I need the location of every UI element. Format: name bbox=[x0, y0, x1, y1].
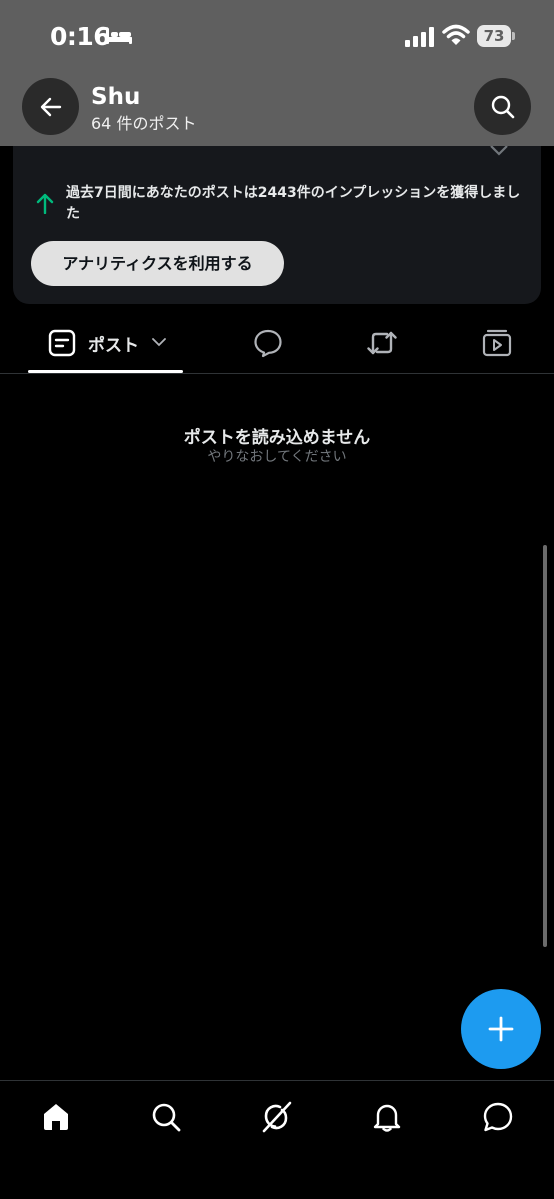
home-icon[interactable] bbox=[40, 1101, 72, 1133]
search-icon bbox=[491, 95, 514, 118]
use-analytics-button[interactable]: アナリティクスを利用する bbox=[31, 241, 284, 286]
back-button[interactable] bbox=[22, 78, 79, 135]
error-subtitle: やりなおしてください bbox=[207, 449, 347, 465]
scrollbar[interactable] bbox=[543, 545, 547, 947]
back-arrow-icon bbox=[40, 97, 61, 116]
profile-tabs: ポスト bbox=[0, 312, 554, 374]
close-icon[interactable] bbox=[489, 146, 509, 156]
status-time: 0:16 bbox=[50, 22, 111, 51]
up-arrow-icon bbox=[36, 193, 54, 214]
profile-header: 0:16 73 Shu 64 件のポスト bbox=[0, 0, 554, 146]
tab-posts-label: ポスト bbox=[88, 336, 139, 356]
status-bar: 0:16 73 bbox=[0, 0, 554, 70]
impressions-summary: 過去7日間にあなたのポストは2443件のインプレッションを獲得しました bbox=[66, 185, 521, 222]
bed-icon bbox=[106, 28, 132, 44]
post-count: 64 件のポスト bbox=[91, 114, 197, 133]
bottom-nav bbox=[0, 1080, 554, 1199]
battery-level: 73 bbox=[477, 25, 511, 47]
signal-icon bbox=[405, 27, 434, 47]
profile-screen: 過去7日間にあなたのポストは2443件のインプレッションを獲得しました アナリテ… bbox=[0, 0, 554, 1199]
tab-posts[interactable]: ポスト bbox=[28, 312, 183, 374]
error-title: ポストを読み込めません bbox=[183, 428, 371, 448]
bell-icon[interactable] bbox=[371, 1101, 403, 1133]
battery-tip bbox=[512, 32, 515, 40]
chevron-down-icon[interactable] bbox=[152, 337, 166, 347]
search-icon[interactable] bbox=[150, 1101, 182, 1133]
battery-indicator: 73 bbox=[477, 25, 515, 47]
grok-icon[interactable] bbox=[260, 1101, 292, 1133]
reply-icon[interactable] bbox=[253, 328, 283, 358]
search-button[interactable] bbox=[474, 78, 531, 135]
plus-icon bbox=[488, 1016, 514, 1042]
wifi-icon bbox=[442, 24, 470, 45]
repost-icon[interactable] bbox=[367, 328, 397, 358]
messages-icon[interactable] bbox=[482, 1101, 514, 1133]
active-tab-indicator bbox=[28, 370, 183, 373]
posts-icon bbox=[48, 329, 76, 357]
compose-post-button[interactable] bbox=[461, 989, 541, 1069]
media-icon[interactable] bbox=[482, 328, 512, 358]
profile-name: Shu bbox=[91, 84, 141, 110]
